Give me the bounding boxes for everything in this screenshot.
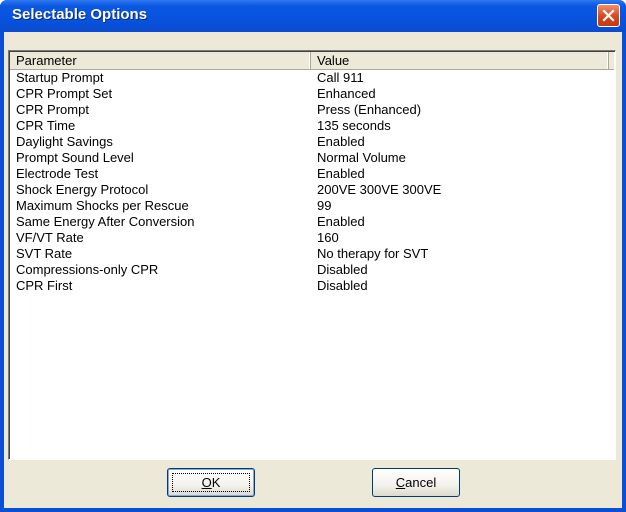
close-button[interactable] (597, 4, 620, 27)
parameter-cell: CPR First (16, 278, 73, 293)
parameter-cell: Shock Energy Protocol (16, 182, 149, 197)
table-row[interactable]: SVT Rate No therapy for SVT (10, 246, 614, 262)
parameter-cell: Electrode Test (16, 166, 99, 181)
value-cell: Enabled (317, 166, 365, 181)
value-cell: 99 (317, 198, 332, 213)
cancel-button-label: Cancel (395, 475, 437, 490)
table-row[interactable]: Shock Energy Protocol 200VE 300VE 300VE (10, 182, 614, 198)
parameter-cell: Startup Prompt (16, 70, 104, 85)
value-cell: Normal Volume (317, 150, 406, 165)
list-rows: Startup Prompt Call 911 CPR Prompt Set Enha… (10, 70, 614, 294)
value-cell: Disabled (317, 278, 368, 293)
parameter-cell: Prompt Sound Level (16, 150, 134, 165)
table-row[interactable]: VF/VT Rate 160 (10, 230, 614, 246)
parameter-cell: SVT Rate (16, 246, 73, 261)
options-list[interactable]: Parameter Value Startup Prompt Call 911 CP… (8, 50, 616, 460)
parameter-cell: Compressions-only CPR (16, 262, 159, 277)
parameter-cell: CPR Time (16, 118, 76, 133)
value-cell: No therapy for SVT (317, 246, 429, 261)
table-row[interactable]: Compressions-only CPR Disabled (10, 262, 614, 278)
parameter-cell: CPR Prompt (16, 102, 89, 117)
list-header: Parameter Value (10, 52, 614, 70)
value-cell: 135 seconds (317, 118, 391, 133)
value-cell: Enhanced (317, 86, 376, 101)
parameter-cell: CPR Prompt Set (16, 86, 113, 101)
window-title: Selectable Options (12, 6, 148, 23)
table-row[interactable]: Same Energy After Conversion Enabled (10, 214, 614, 230)
parameter-cell: Same Energy After Conversion (16, 214, 195, 229)
value-cell: Disabled (317, 262, 368, 277)
value-cell: Enabled (317, 134, 365, 149)
column-header-parameter[interactable]: Parameter (10, 52, 311, 69)
table-row[interactable]: Daylight Savings Enabled (10, 134, 614, 150)
selectable-options-dialog: Selectable Options Parameter Value Start… (0, 0, 626, 512)
parameter-cell: Maximum Shocks per Rescue (16, 198, 189, 213)
table-row[interactable]: CPR Prompt Press (Enhanced) (10, 102, 614, 118)
table-row[interactable]: CPR First Disabled (10, 278, 614, 294)
parameter-cell: VF/VT Rate (16, 230, 84, 245)
table-row[interactable]: Prompt Sound Level Normal Volume (10, 150, 614, 166)
table-row[interactable]: Maximum Shocks per Rescue 99 (10, 198, 614, 214)
cancel-button[interactable]: Cancel (372, 468, 460, 497)
value-cell: Enabled (317, 214, 365, 229)
table-row[interactable]: Startup Prompt Call 911 (10, 70, 614, 86)
value-cell: 200VE 300VE 300VE (317, 182, 442, 197)
close-icon (602, 9, 615, 22)
table-row[interactable]: CPR Prompt Set Enhanced (10, 86, 614, 102)
ok-button[interactable]: OK (167, 468, 255, 497)
dialog-body: Parameter Value Startup Prompt Call 911 CP… (4, 32, 622, 508)
value-cell: 160 (317, 230, 339, 245)
title-bar[interactable]: Selectable Options (0, 0, 626, 32)
value-cell: Press (Enhanced) (317, 102, 422, 117)
table-row[interactable]: CPR Time 135 seconds (10, 118, 614, 134)
table-row[interactable]: Electrode Test Enabled (10, 166, 614, 182)
column-header-value[interactable]: Value (311, 52, 609, 69)
ok-button-label: OK (201, 475, 221, 490)
value-cell: Call 911 (317, 70, 364, 85)
parameter-cell: Daylight Savings (16, 134, 113, 149)
